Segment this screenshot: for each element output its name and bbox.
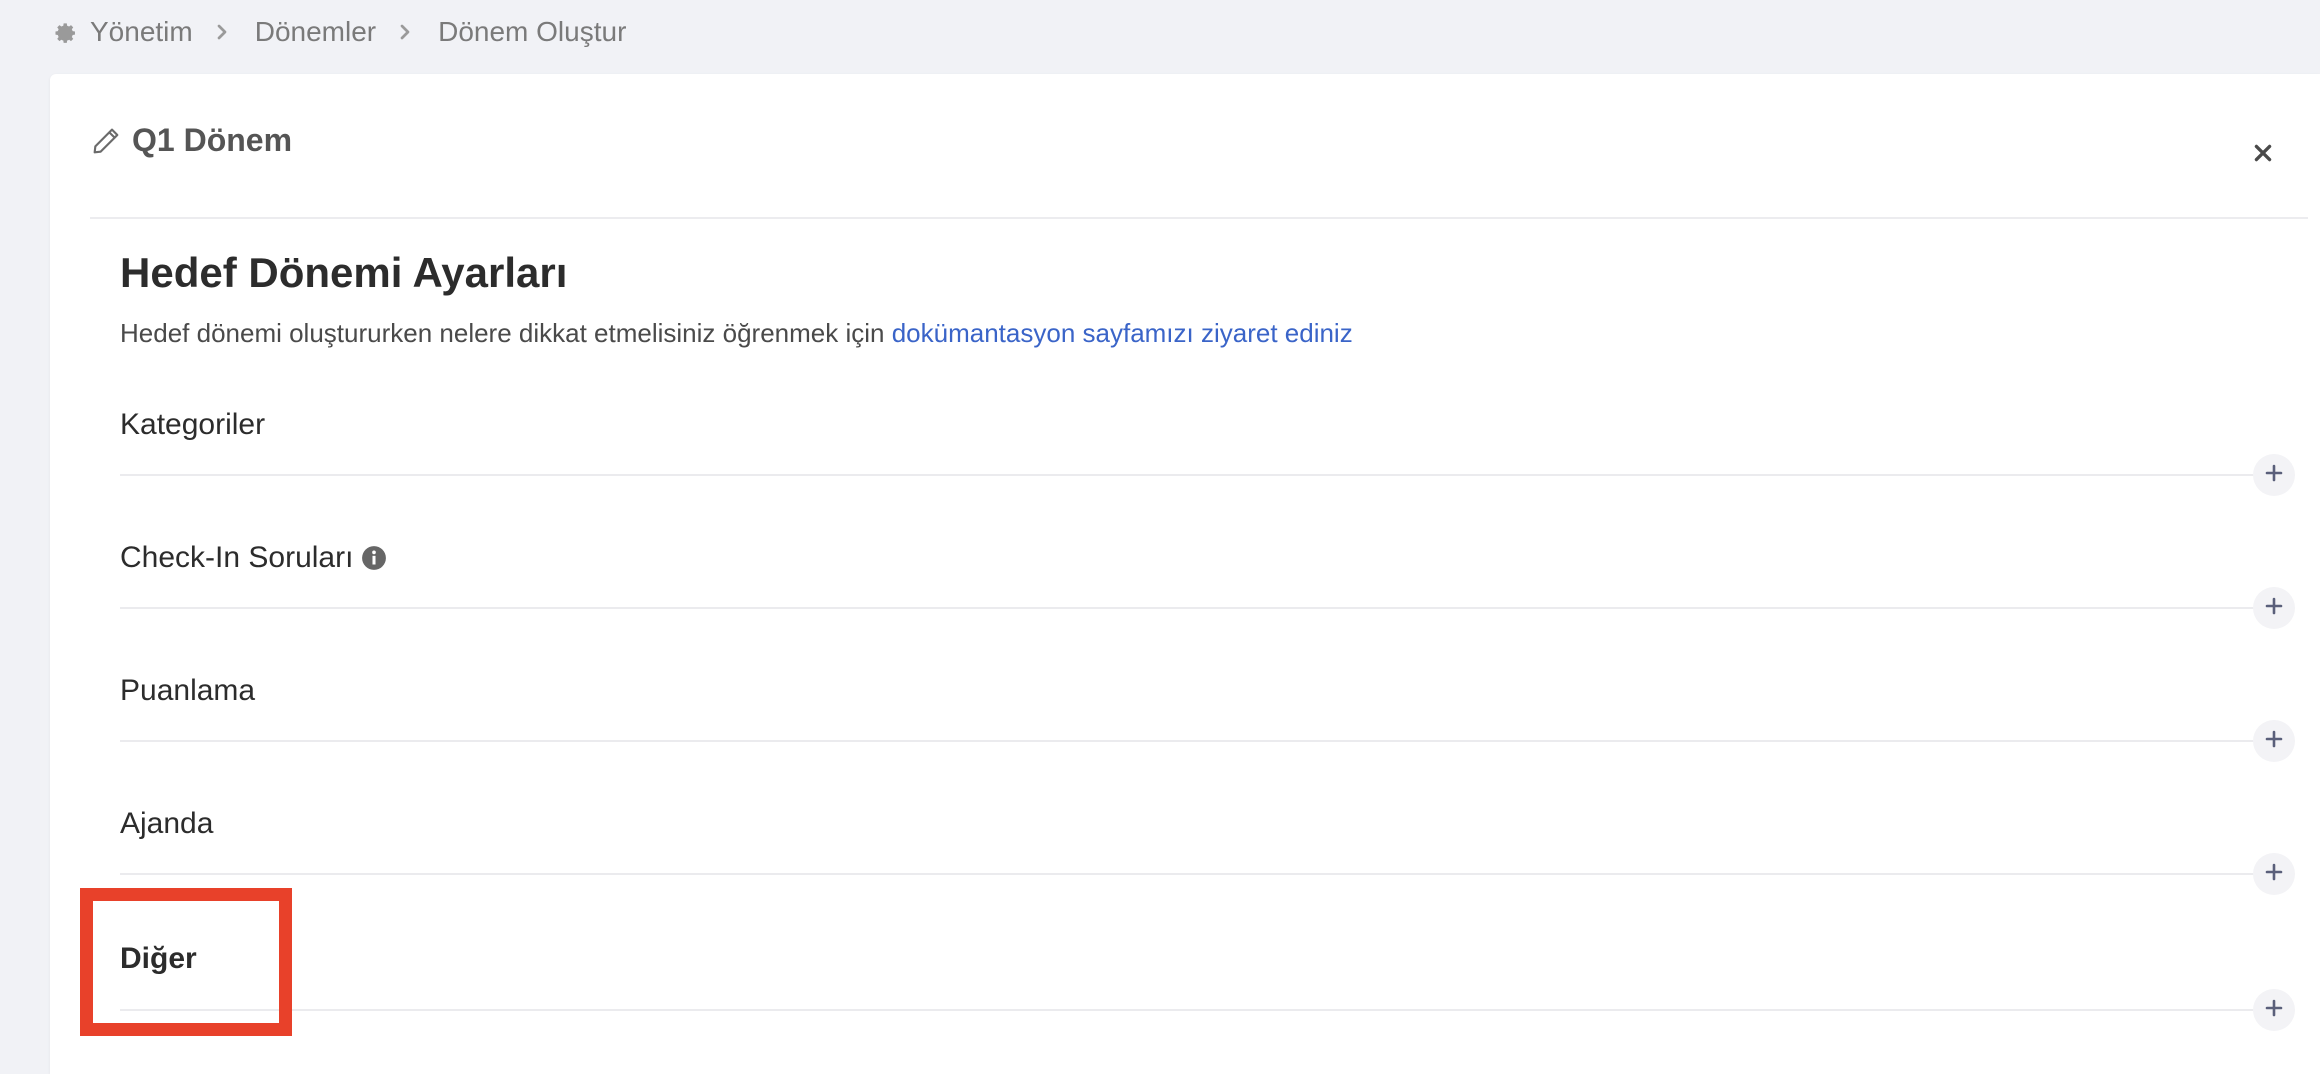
group-divider <box>120 474 2275 476</box>
group-puanlama: Puanlama <box>120 674 2295 762</box>
group-label: Diğer <box>120 942 197 975</box>
add-puanlama-button[interactable] <box>2253 720 2295 762</box>
group-kategoriler: Kategoriler <box>120 408 2295 496</box>
plus-icon <box>2264 463 2284 488</box>
card-header: Q1 Dönem <box>90 122 292 159</box>
group-label: Kategoriler <box>120 408 266 441</box>
group-check-in-sorulari: Check-In Soruları <box>120 541 2295 629</box>
breadcrumb: Yönetim Dönemler Dönem Oluştur <box>50 12 626 52</box>
group-divider <box>120 740 2275 742</box>
group-ajanda: Ajanda <box>120 807 2295 895</box>
chevron-right-icon <box>396 23 414 41</box>
group-divider <box>120 607 2275 609</box>
group-diger: Diğer <box>120 942 2295 1031</box>
group-divider <box>120 1009 2275 1011</box>
group-label: Ajanda <box>120 807 214 840</box>
period-card: Q1 Dönem Hedef Dönemi Ayarları Hedef dön… <box>50 74 2320 1074</box>
group-label: Puanlama <box>120 674 256 707</box>
add-diger-button[interactable] <box>2253 989 2295 1031</box>
close-button[interactable] <box>2248 140 2278 170</box>
breadcrumb-item-yonetim[interactable]: Yönetim <box>90 16 193 48</box>
plus-icon <box>2264 998 2284 1023</box>
pencil-icon[interactable] <box>90 125 122 157</box>
plus-icon <box>2264 596 2284 621</box>
chevron-right-icon <box>213 23 231 41</box>
card-title[interactable]: Q1 Dönem <box>132 122 292 159</box>
add-ajanda-button[interactable] <box>2253 853 2295 895</box>
settings-description: Hedef dönemi oluştururken nelere dikkat … <box>120 318 1353 349</box>
documentation-link[interactable]: dokümantasyon sayfamızı ziyaret ediniz <box>892 318 1353 348</box>
plus-icon <box>2264 862 2284 887</box>
breadcrumb-item-donemler[interactable]: Dönemler <box>255 16 376 48</box>
header-divider <box>90 217 2308 219</box>
group-label: Check-In Soruları <box>120 541 387 575</box>
plus-icon <box>2264 729 2284 754</box>
add-check-in-question-button[interactable] <box>2253 587 2295 629</box>
close-icon <box>2252 142 2274 169</box>
settings-title: Hedef Dönemi Ayarları <box>120 249 568 296</box>
gear-icon <box>50 18 78 46</box>
info-icon[interactable] <box>361 545 387 571</box>
add-kategori-button[interactable] <box>2253 454 2295 496</box>
group-divider <box>120 873 2275 875</box>
breadcrumb-item-donem-olustur: Dönem Oluştur <box>438 16 627 47</box>
description-text: Hedef dönemi oluştururken nelere dikkat … <box>120 318 892 348</box>
